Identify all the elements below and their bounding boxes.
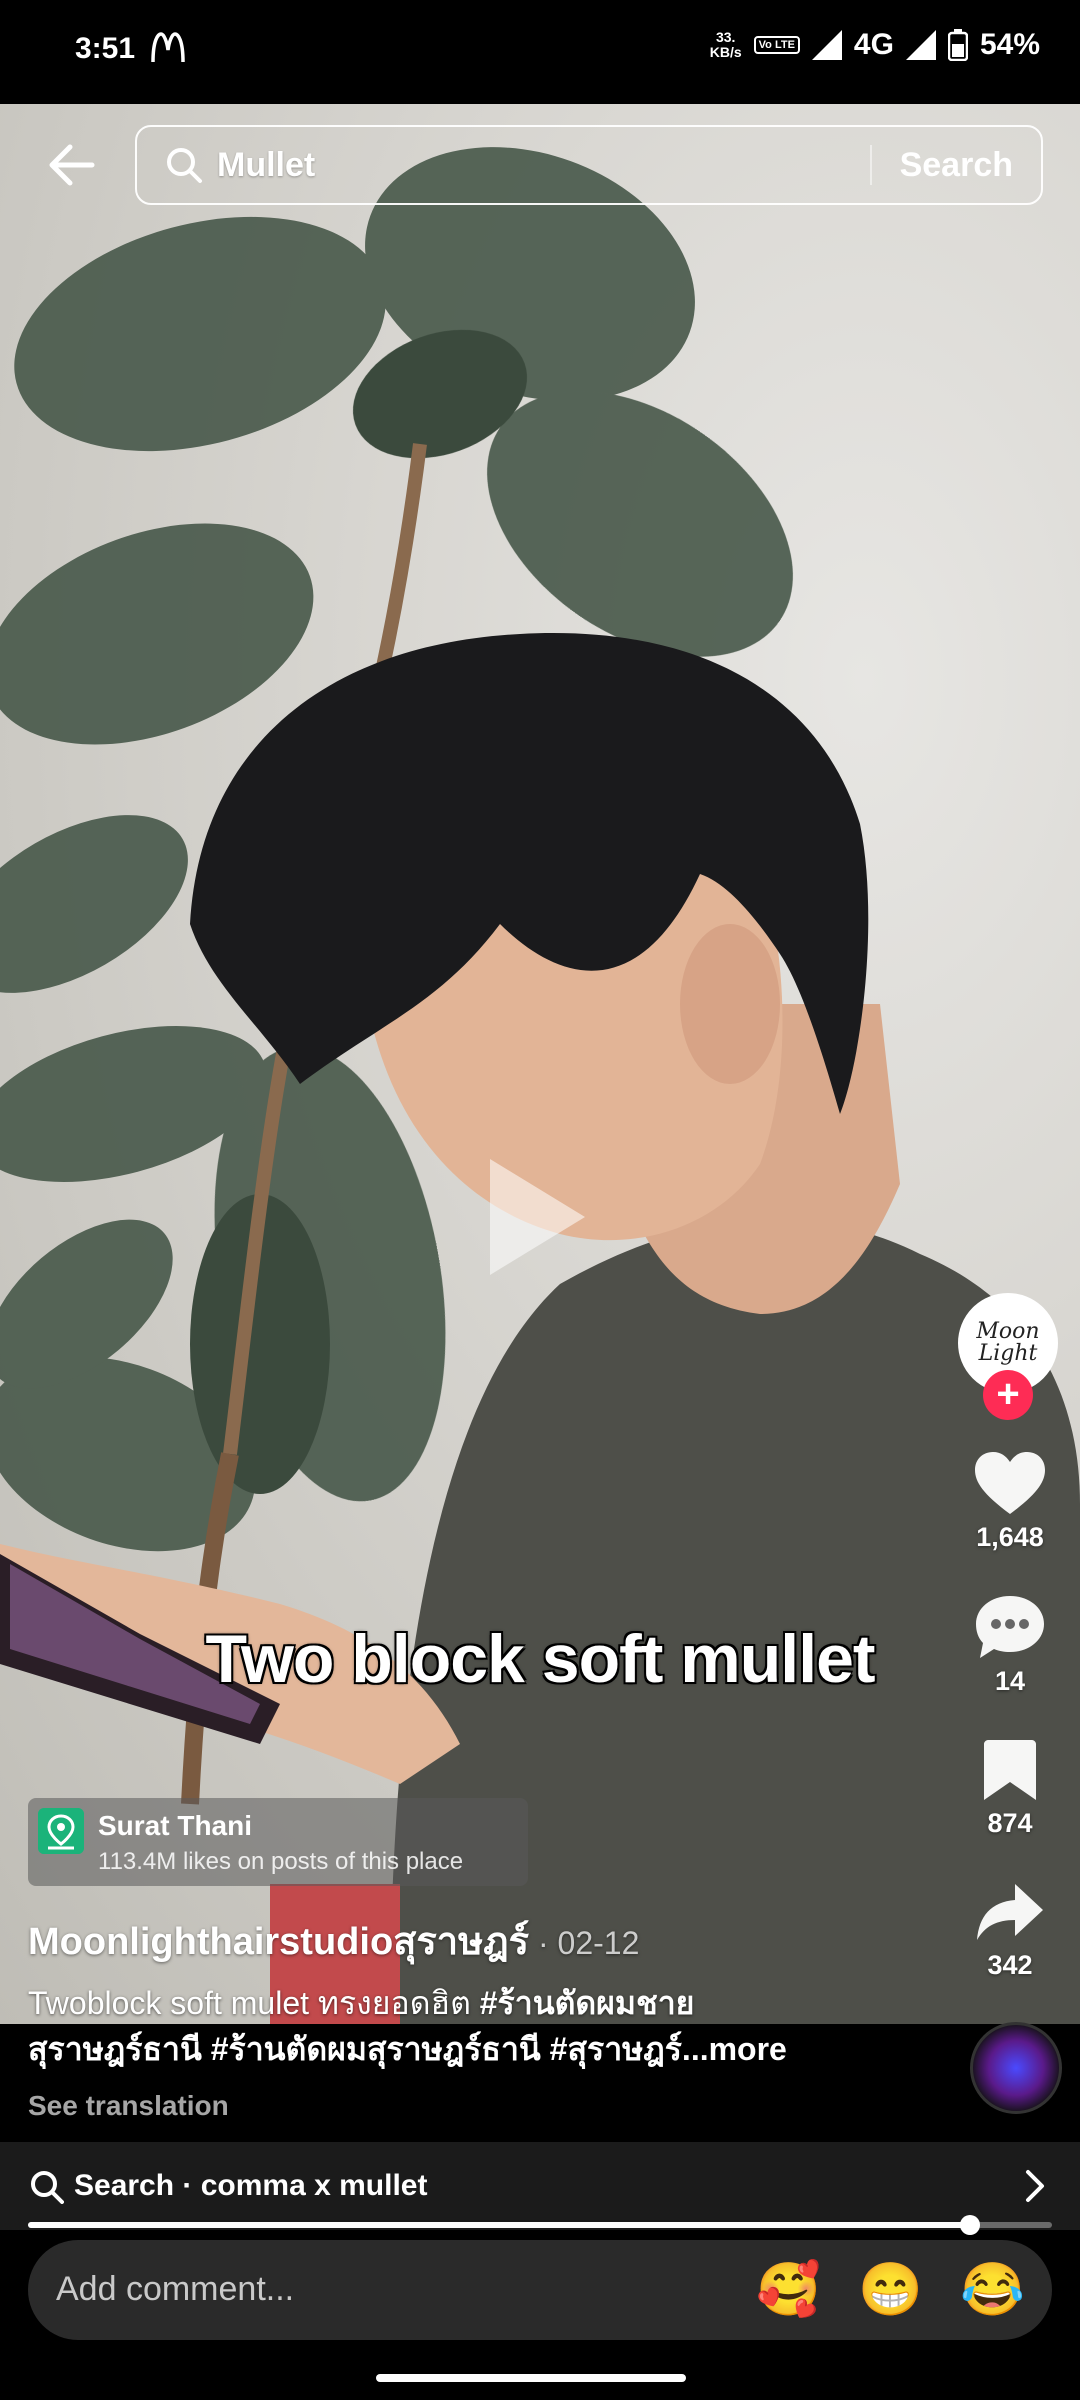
follow-button[interactable]: +: [983, 1370, 1033, 1420]
volte-icon: Vo LTE: [753, 36, 800, 54]
hashtag-continued[interactable]: สุราษฎร์ธานี: [28, 2031, 202, 2067]
bookmark-icon: [984, 1740, 1036, 1800]
location-pin-icon: [38, 1808, 84, 1854]
hashtag[interactable]: #สุราษฎร์...: [550, 2031, 709, 2067]
author-line[interactable]: Moonlighthairstudioสุราษฎร์ · 02-12: [28, 1910, 639, 1971]
location-subtitle: 113.4M likes on posts of this place: [98, 1848, 464, 1875]
more-link[interactable]: more: [709, 2031, 787, 2067]
signal-icon: [811, 30, 842, 60]
comment-input[interactable]: Add comment... 🥰 😁 😂: [28, 2240, 1052, 2340]
emoji-tears-of-joy[interactable]: 😂: [960, 2262, 1025, 2318]
search-query[interactable]: Mullet: [217, 146, 870, 185]
search-icon: [31, 2171, 64, 2204]
music-disc-icon[interactable]: [970, 2022, 1062, 2114]
back-arrow-icon[interactable]: [42, 135, 102, 195]
location-name: Surat Thani: [98, 1810, 253, 1841]
description-text: Twoblock soft mulet ทรงยอดฮิต: [28, 1985, 480, 2021]
search-icon: [167, 148, 202, 183]
see-translation-link[interactable]: See translation: [28, 2090, 229, 2122]
network-type: 4G: [853, 28, 894, 61]
save-count: 874: [987, 1808, 1033, 1838]
share-button[interactable]: 342: [950, 1880, 1070, 1981]
hashtag[interactable]: #ร้านตัดผมสุราษฎร์ธานี: [211, 2031, 541, 2067]
heart-icon: [975, 1452, 1045, 1514]
post-date: · 02-12: [529, 1925, 640, 1961]
video-progress-bar[interactable]: [28, 2215, 1052, 2235]
mcdonalds-notification-icon: [151, 32, 185, 63]
battery-icon: [947, 29, 968, 61]
network-speed: 33. KB/s: [710, 30, 742, 60]
search-input[interactable]: Mullet Search: [135, 125, 1043, 205]
video-overlay-caption: Two block soft mullet: [205, 1621, 875, 1697]
status-bar: 3:51 33. KB/s Vo LTE 4G 54%: [0, 0, 1080, 104]
author-name[interactable]: Moonlighthairstudioสุราษฎร์: [28, 1921, 529, 1963]
video-player[interactable]: [0, 104, 1080, 2024]
comment-placeholder[interactable]: Add comment...: [56, 2270, 294, 2309]
signal-icon-2: [905, 30, 936, 60]
share-count: 342: [987, 1950, 1033, 1980]
emoji-smiling-hearts[interactable]: 🥰: [756, 2262, 821, 2318]
progress-fill: [28, 2222, 971, 2228]
clock: 3:51: [75, 32, 136, 65]
speed-unit: KB/s: [709, 44, 742, 60]
progress-handle[interactable]: [960, 2215, 981, 2235]
save-button[interactable]: 874: [950, 1738, 1070, 1839]
play-icon[interactable]: [490, 1159, 585, 1275]
location-tag[interactable]: Surat Thani 113.4M likes on posts of thi…: [28, 1798, 528, 1886]
emoji-grinning[interactable]: 😁: [858, 2262, 923, 2318]
speed-value: 33.: [715, 29, 736, 45]
related-search-label: Search · comma x mullet: [74, 2169, 428, 2202]
related-search-bar[interactable]: Search · comma x mullet: [0, 2142, 1080, 2230]
search-button[interactable]: Search: [872, 146, 1041, 185]
battery-percent: 54%: [979, 28, 1040, 61]
post-description: Twoblock soft mulet ทรงยอดฮิต #ร้านตัดผม…: [28, 1980, 1028, 2072]
like-button[interactable]: 1,648: [950, 1450, 1070, 1553]
status-icons: 33. KB/s Vo LTE 4G 54%: [710, 28, 1040, 62]
share-icon: [977, 1884, 1043, 1940]
home-indicator[interactable]: [376, 2374, 686, 2382]
like-count: 1,648: [976, 1522, 1044, 1552]
video-frame: [0, 147, 1080, 2024]
chevron-right-icon: [1026, 2170, 1044, 2202]
hashtag[interactable]: #ร้านตัดผมชาย: [480, 1985, 695, 2021]
